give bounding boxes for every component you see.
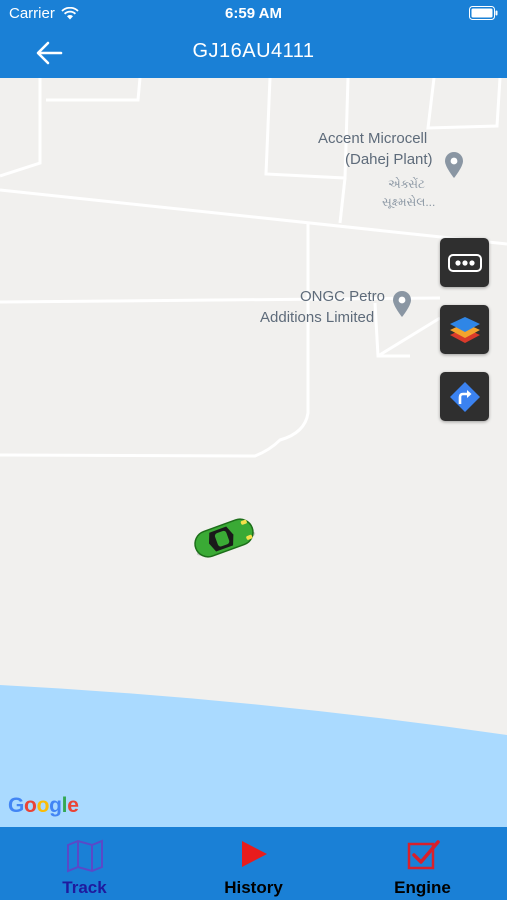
tab-history[interactable]: History bbox=[169, 827, 338, 900]
checkbox-icon bbox=[407, 840, 440, 870]
place-ongc-petro: ONGC Petro Additions Limited bbox=[260, 286, 385, 328]
bottom-tab-bar: Track History Engine bbox=[0, 827, 507, 900]
google-attribution: Google bbox=[8, 794, 79, 817]
vehicle-title: GJ16AU4111 bbox=[192, 40, 315, 62]
tab-engine-label: Engine bbox=[394, 878, 451, 897]
layers-icon bbox=[449, 316, 480, 343]
place-accent-microcell: Accent Microcell (Dahej Plant) bbox=[318, 128, 433, 170]
map-pin-icon[interactable] bbox=[392, 290, 412, 318]
tab-engine[interactable]: Engine bbox=[338, 827, 507, 900]
place-name-line: ONGC Petro bbox=[300, 288, 386, 305]
place-name-line: (Dahej Plant) bbox=[345, 151, 433, 168]
tab-track-label: Track bbox=[62, 878, 107, 897]
place-local-line: સૂક્ષ્મસેલ... bbox=[382, 195, 436, 209]
map-icon bbox=[66, 839, 103, 873]
map-view[interactable]: Accent Microcell (Dahej Plant) એક્સેંટ સ… bbox=[0, 78, 507, 827]
tab-history-label: History bbox=[224, 878, 283, 897]
nav-bar: GJ16AU4111 bbox=[0, 28, 507, 78]
tab-track[interactable]: Track bbox=[0, 827, 169, 900]
more-dots-icon bbox=[447, 253, 482, 272]
vehicle-car-icon[interactable] bbox=[190, 513, 258, 563]
map-layers-button[interactable] bbox=[440, 305, 489, 354]
place-local-line: એક્સેંટ bbox=[388, 177, 425, 191]
place-local-name: એક્સેંટ સૂક્ષ્મસેલ... bbox=[382, 175, 435, 211]
battery-icon bbox=[469, 6, 498, 20]
directions-button[interactable] bbox=[440, 372, 489, 421]
play-icon bbox=[241, 841, 267, 867]
clock: 6:59 AM bbox=[225, 5, 282, 22]
more-options-button[interactable] bbox=[440, 238, 489, 287]
place-name-line: Accent Microcell bbox=[318, 130, 428, 147]
map-pin-icon[interactable] bbox=[444, 151, 464, 179]
status-bar: Carrier 6:59 AM bbox=[0, 0, 507, 28]
directions-icon bbox=[449, 381, 480, 412]
place-name-line: Additions Limited bbox=[260, 309, 375, 326]
